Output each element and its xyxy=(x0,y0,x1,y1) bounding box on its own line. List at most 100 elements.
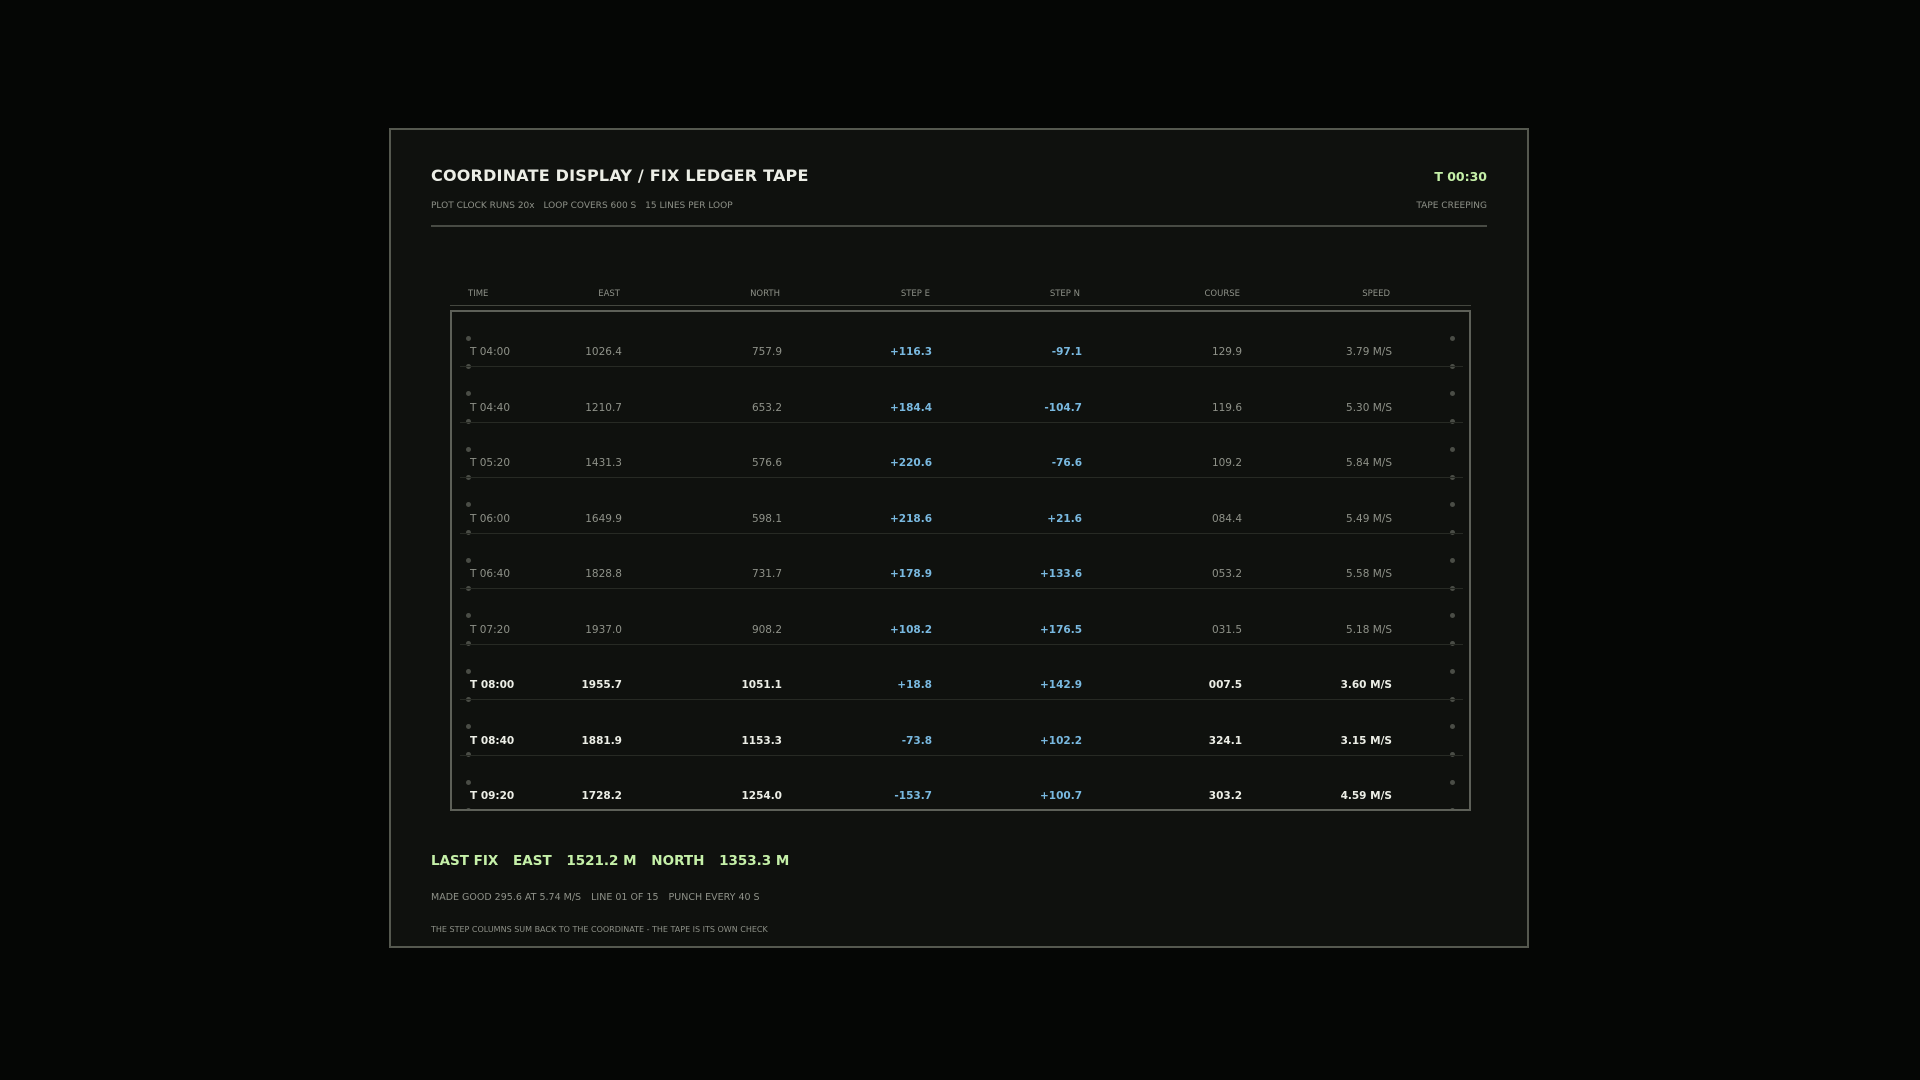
cell-step-n: -76.6 xyxy=(1051,457,1082,469)
perforation-dot xyxy=(1450,335,1455,341)
cell-step-e: +178.9 xyxy=(889,568,932,580)
cell-north: 731.7 xyxy=(751,568,782,580)
column-header-north: NORTH xyxy=(750,289,780,299)
cell-time: T 08:40 xyxy=(470,734,515,747)
cell-step-n: +176.5 xyxy=(1039,623,1082,636)
cell-step-e: +108.2 xyxy=(889,623,932,636)
cell-step-n: -97.1 xyxy=(1051,346,1082,358)
cell-north: 1051.1 xyxy=(741,679,782,691)
subtitle: PLOT CLOCK RUNS 20x LOOP COVERS 600 S 15… xyxy=(431,201,739,211)
row-divider xyxy=(460,477,1463,478)
cell-course: 119.6 xyxy=(1211,401,1242,414)
cell-time: T 04:00 xyxy=(470,346,511,358)
table-row[interactable]: T 09:20 1728.2 1254.0 -153.7 +100.7 303.2 4.59… xyxy=(452,312,1469,809)
perforation-dot xyxy=(1450,779,1455,785)
row-divider xyxy=(460,532,1463,534)
row-divider xyxy=(460,588,1463,589)
column-header-speed: SPEED xyxy=(1362,289,1390,299)
perforation-dot xyxy=(1450,391,1455,397)
cell-speed: 5.58 M/S xyxy=(1346,568,1392,580)
row-divider xyxy=(460,643,1463,645)
cell-time: T 07:20 xyxy=(470,623,511,636)
last-fix-north-label: NORTH xyxy=(651,853,705,869)
cell-step-n: +21.6 xyxy=(1047,512,1082,525)
row-divider xyxy=(460,699,1463,700)
cell-course: 324.1 xyxy=(1208,734,1242,747)
cell-step-e: -73.8 xyxy=(901,734,932,747)
cell-course: 031.5 xyxy=(1211,623,1242,636)
status-line: MADE GOOD 295.6 AT 5.74 M/S LINE 01 OF 1… xyxy=(431,892,767,903)
cell-east: 1210.7 xyxy=(585,401,622,414)
cell-step-n: +102.2 xyxy=(1039,734,1082,747)
cell-step-n: +133.6 xyxy=(1039,568,1082,580)
cell-step-n: +100.7 xyxy=(1039,790,1082,802)
footnote: THE STEP COLUMNS SUM BACK TO THE COORDIN… xyxy=(431,925,768,934)
row-divider xyxy=(460,810,1463,811)
perforation-dot xyxy=(466,502,471,508)
perforation-dot xyxy=(466,446,471,452)
column-header-course: COURSE xyxy=(1204,289,1240,299)
cell-speed: 3.60 M/S xyxy=(1340,679,1392,691)
perforation-dot xyxy=(466,613,471,619)
cell-north: 757.9 xyxy=(751,346,782,358)
subtitle-loop-coverage: LOOP COVERS 600 S xyxy=(543,201,637,211)
perforation-dot xyxy=(1450,557,1455,563)
last-fix-readout: LAST FIX EAST 1521.2 M NORTH 1353.3 M xyxy=(431,853,799,869)
perforation-dot xyxy=(1450,613,1455,619)
cell-east: 1649.9 xyxy=(585,512,622,525)
row-divider xyxy=(460,421,1463,423)
table-row[interactable]: T 04:40 1210.7 653.2 +184.4 -104.7 119.6 5.30 … xyxy=(452,312,1469,809)
table-row[interactable]: T 06:40 1828.8 731.7 +178.9 +133.6 053.2 5.58 … xyxy=(452,312,1469,809)
cell-speed: 4.59 M/S xyxy=(1340,790,1392,802)
table-row[interactable]: T 08:40 1881.9 1153.3 -73.8 +102.2 324.1 3.15 … xyxy=(452,312,1469,809)
perforation-dot xyxy=(1450,668,1455,674)
perforation-dot xyxy=(1450,724,1455,730)
cell-east: 1728.2 xyxy=(581,790,622,802)
subtitle-clock-rate: PLOT CLOCK RUNS 20x xyxy=(431,201,535,211)
ledger-tape[interactable]: T 04:00 1026.4 757.9 +116.3 -97.1 129.9 3.79 M… xyxy=(450,310,1471,811)
cell-east: 1937.0 xyxy=(585,623,622,636)
cell-step-n: +142.9 xyxy=(1039,679,1082,691)
table-row[interactable]: T 06:00 1649.9 598.1 +218.6 +21.6 084.4 5.49 M… xyxy=(452,312,1469,809)
page-title: COORDINATE DISPLAY / FIX LEDGER TAPE xyxy=(431,166,809,185)
made-good: MADE GOOD 295.6 AT 5.74 M/S xyxy=(431,892,582,903)
column-header-step-n: STEP N xyxy=(1049,289,1080,299)
last-fix-east-label: EAST xyxy=(513,853,552,869)
line-counter: LINE 01 OF 15 xyxy=(591,892,659,903)
cell-east: 1881.9 xyxy=(581,734,622,747)
cell-north: 653.2 xyxy=(751,401,782,414)
cell-time: T 05:20 xyxy=(470,457,511,469)
cell-east: 1431.3 xyxy=(585,457,622,469)
cell-course: 084.4 xyxy=(1211,512,1242,525)
subtitle-lines-per-loop: 15 LINES PER LOOP xyxy=(645,201,733,211)
column-header-time: TIME xyxy=(468,289,489,299)
perforation-dot xyxy=(466,724,471,730)
cell-step-n: -104.7 xyxy=(1044,401,1082,414)
table-row[interactable]: T 04:00 1026.4 757.9 +116.3 -97.1 129.9 3.79 M… xyxy=(452,312,1469,809)
last-fix-north-value: 1353.3 M xyxy=(719,853,790,869)
cell-step-e: +184.4 xyxy=(889,401,932,414)
cell-time: T 09:20 xyxy=(470,790,515,802)
perforation-dot xyxy=(466,668,471,674)
perforation-dot xyxy=(466,807,471,809)
perforation-dot xyxy=(466,391,471,397)
cell-north: 598.1 xyxy=(751,512,782,525)
punch-interval: PUNCH EVERY 40 S xyxy=(668,892,760,903)
cell-speed: 5.49 M/S xyxy=(1346,512,1392,525)
cell-time: T 08:00 xyxy=(470,679,515,691)
cell-step-e: +220.6 xyxy=(889,457,932,469)
table-row[interactable]: T 07:20 1937.0 908.2 +108.2 +176.5 031.5 5.18 … xyxy=(452,312,1469,809)
column-header-east: EAST xyxy=(598,289,620,299)
cell-time: T 04:40 xyxy=(470,401,511,414)
cell-north: 1254.0 xyxy=(741,790,782,802)
cell-north: 576.6 xyxy=(751,457,782,469)
cell-speed: 5.18 M/S xyxy=(1346,623,1392,636)
perforation-dot xyxy=(466,779,471,785)
perforation-dot xyxy=(466,335,471,341)
table-row[interactable]: T 05:20 1431.3 576.6 +220.6 -76.6 109.2 5.84 M… xyxy=(452,312,1469,809)
cell-time: T 06:00 xyxy=(470,512,511,525)
table-row[interactable]: T 08:00 1955.7 1051.1 +18.8 +142.9 007.5 3.60 … xyxy=(452,312,1469,809)
cell-east: 1955.7 xyxy=(581,679,622,691)
tape-state: TAPE CREEPING xyxy=(1416,201,1487,211)
cell-speed: 5.30 M/S xyxy=(1346,401,1392,414)
